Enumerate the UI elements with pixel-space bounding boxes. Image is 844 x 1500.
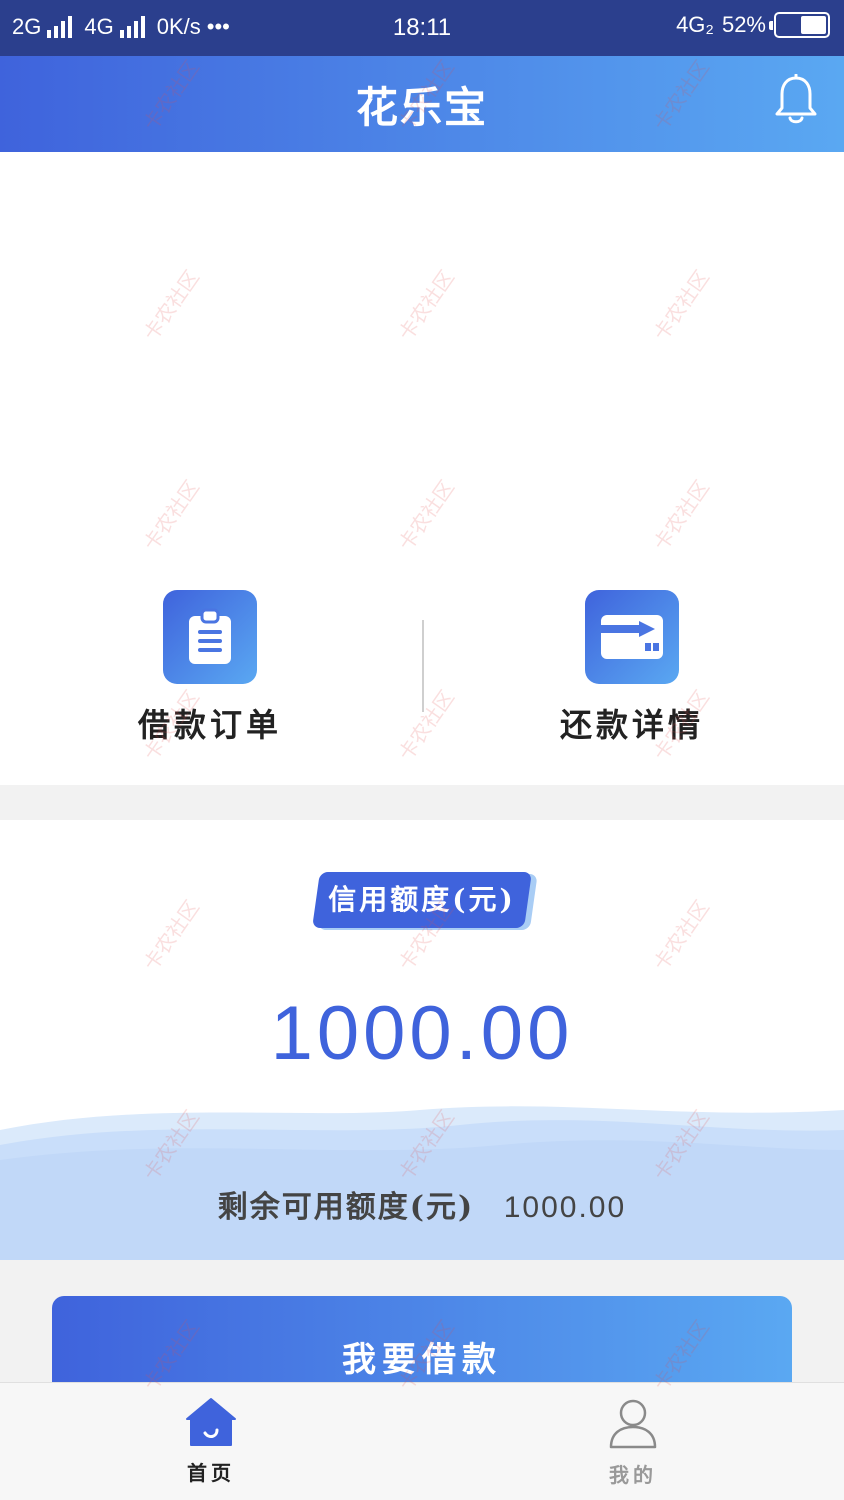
credit-panel: 信用额度(元) 1000.00 剩余可用额度(元) 1000.00 (0, 820, 844, 1260)
tab-mine-label: 我的 (609, 1463, 657, 1487)
repayment-details-label: 还款详情 (559, 706, 704, 744)
battery-fill (801, 16, 826, 34)
user-icon (609, 1399, 657, 1449)
bell-icon[interactable] (774, 74, 818, 126)
network-right-label: 4G₂ (676, 12, 714, 37)
home-icon (186, 1398, 236, 1446)
battery-icon (769, 12, 830, 38)
tab-home-label: 首页 (187, 1461, 235, 1485)
app-header: 花乐宝 (0, 56, 844, 152)
wave-decoration (0, 1106, 844, 1260)
remaining-credit-label: 剩余可用额度(元) (217, 1190, 475, 1225)
loan-orders-button[interactable]: 借款订单 (110, 590, 310, 746)
battery-percent: 52% (721, 12, 766, 37)
tab-home[interactable]: 首页 (151, 1397, 271, 1486)
repayment-details-button[interactable]: 还款详情 (532, 590, 732, 746)
tab-bar: 首页 我的 (0, 1382, 844, 1500)
loan-orders-label: 借款订单 (137, 706, 282, 744)
status-bar: 2G 4G 0K/s ••• 18:11 4G₂ 52% (0, 0, 844, 56)
remaining-credit: 剩余可用额度(元) 1000.00 (0, 1182, 844, 1226)
app-title: 花乐宝 (355, 83, 488, 132)
credit-amount: 1000.00 (270, 991, 574, 1076)
action-divider (422, 620, 424, 712)
status-right: 4G₂ 52% (676, 12, 830, 38)
card-icon (585, 590, 679, 684)
remaining-credit-value: 1000.00 (503, 1191, 627, 1224)
tab-mine[interactable]: 我的 (573, 1397, 693, 1488)
clipboard-icon (163, 590, 257, 684)
quick-actions-panel: 借款订单 还款详情 (0, 152, 844, 785)
credit-badge: 信用额度(元) (328, 883, 516, 916)
